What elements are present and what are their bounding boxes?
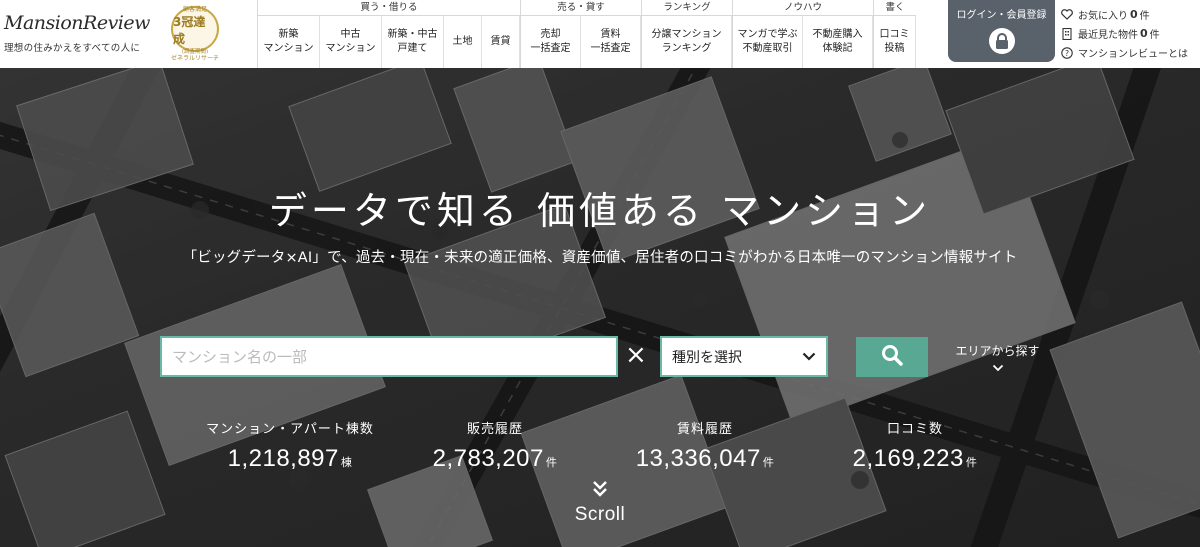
scroll-indicator[interactable]: Scroll [560, 480, 640, 526]
chevron-down-icon [802, 349, 816, 365]
stat-label: マンション・アパート棟数 [206, 422, 374, 437]
stat-unit: 件 [545, 457, 558, 469]
nav-item-post-review[interactable]: 口コミ 投稿 [874, 16, 916, 68]
nav-item-experience[interactable]: 不動産購入 体験記 [803, 16, 873, 68]
times-separator: × [625, 340, 647, 370]
building-icon [1060, 27, 1074, 41]
svg-text:?: ? [1065, 49, 1069, 58]
nav-item-used-mansion[interactable]: 中古 マンション [320, 16, 382, 68]
award-top: 顧客満足 [182, 5, 207, 13]
about-label: マンションレビューとは [1078, 49, 1188, 60]
stat-unit: 件 [965, 457, 978, 469]
nav-item-ranking[interactable]: 分譲マンション ランキング [642, 16, 732, 68]
stat-rent-history: 賃料履歴 13,336,047 件 [625, 418, 785, 473]
main-nav: 買う・借りる 新築 マンション 中古 マンション 新築・中古 戸建て 土地 賃貸… [257, 0, 916, 68]
favorites-label: お気に入り [1078, 11, 1128, 22]
nav-group-knowhow: ノウハウ マンガで学ぶ 不動産取引 不動産購入 体験記 [732, 0, 873, 68]
nav-group-title: 売る・貸す [521, 0, 641, 16]
logo[interactable]: MansionReview 理想の住みかえをすべての人に [0, 0, 170, 68]
nav-group-sell-lease: 売る・貸す 売却 一括査定 賃料 一括査定 [520, 0, 641, 68]
double-chevron-down-icon [560, 480, 640, 502]
login-button[interactable]: ログイン・会員登録 [948, 0, 1055, 62]
nav-item-new-mansion[interactable]: 新築 マンション [258, 16, 320, 68]
lock-icon [988, 28, 1015, 54]
recent-count: 0 [1140, 27, 1148, 40]
stat-label: 賃料履歴 [676, 422, 733, 437]
award-ring: 顧客満足 3冠達成 (調査期間) [171, 5, 219, 55]
chevron-down-icon [950, 361, 1045, 375]
nav-item-sale-assessment[interactable]: 売却 一括査定 [521, 16, 581, 68]
about-link[interactable]: ? マンションレビューとは [1060, 43, 1200, 62]
question-icon: ? [1060, 46, 1074, 60]
stat-unit: 棟 [340, 457, 353, 469]
stat-sales-history: 販売履歴 2,783,207 件 [420, 418, 570, 473]
recent-link[interactable]: 最近見た物件 0 件 [1060, 24, 1200, 43]
side-links: お気に入り 0 件 最近見た物件 0 件 ? マンションレビューとは [1060, 5, 1200, 62]
nav-item-rent-assessment[interactable]: 賃料 一括査定 [581, 16, 641, 68]
search-button[interactable] [856, 337, 928, 377]
nav-group-buy-rent: 買う・借りる 新築 マンション 中古 マンション 新築・中古 戸建て 土地 賃貸 [257, 0, 520, 68]
nav-group-write: 書く 口コミ 投稿 [873, 0, 916, 68]
award-badge: 顧客満足 3冠達成 (調査期間) ゼネラルリサーチ [160, 4, 230, 64]
area-search-link[interactable]: エリアから探す [950, 342, 1045, 375]
stat-unit: 件 [762, 457, 775, 469]
nav-item-land[interactable]: 土地 [444, 16, 482, 68]
site-header: MansionReview 理想の住みかえをすべての人に 顧客満足 3冠達成 (… [0, 0, 1200, 68]
login-label: ログイン・会員登録 [956, 10, 1047, 21]
recent-unit: 件 [1149, 30, 1160, 41]
stat-label: 口コミ数 [886, 422, 943, 437]
search-icon [881, 344, 903, 370]
nav-item-manga[interactable]: マンガで学ぶ 不動産取引 [733, 16, 803, 68]
mansion-name-search-input[interactable] [160, 336, 618, 377]
stat-label: 販売履歴 [466, 422, 523, 437]
stat-value: 2,169,223 [852, 445, 964, 472]
hero-overlay [0, 0, 1200, 547]
award-foot: ゼネラルリサーチ [170, 55, 219, 62]
award-main: 3冠達成 [173, 14, 206, 46]
nav-item-house[interactable]: 新築・中古 戸建て [382, 16, 444, 68]
stat-value: 2,783,207 [432, 445, 544, 472]
nav-group-title: 書く [874, 0, 916, 16]
nav-group-ranking: ランキング 分譲マンション ランキング [641, 0, 732, 68]
hero-background [0, 0, 1200, 547]
scroll-label: Scroll [574, 504, 626, 525]
nav-group-title: ランキング [642, 0, 732, 16]
type-select-value: 種別を選択 [672, 349, 742, 366]
nav-item-rental[interactable]: 賃貸 [482, 16, 520, 68]
nav-group-title: 買う・借りる [258, 0, 520, 16]
stat-value: 1,218,897 [227, 445, 339, 472]
heart-icon [1060, 8, 1074, 22]
nav-group-title: ノウハウ [733, 0, 873, 16]
logo-tagline: 理想の住みかえをすべての人に [4, 43, 141, 54]
logo-name: MansionReview [4, 12, 150, 34]
recent-label: 最近見た物件 [1078, 30, 1138, 41]
stat-value: 13,336,047 [635, 445, 761, 472]
hero-headline: データで知る 価値ある マンション [268, 189, 932, 233]
stat-building-count: マンション・アパート棟数 1,218,897 棟 [195, 418, 385, 473]
hero-subline: 「ビッグデータ×AI」で、過去・現在・未来の適正価格、資産価値、居住者の口コミが… [182, 250, 1018, 266]
favorites-count: 0 [1130, 8, 1138, 21]
favorites-link[interactable]: お気に入り 0 件 [1060, 5, 1200, 24]
type-select[interactable]: 種別を選択 [660, 336, 828, 377]
favorites-unit: 件 [1139, 11, 1150, 22]
stat-review-count: 口コミ数 2,169,223 件 [840, 418, 990, 473]
area-search-label: エリアから探す [955, 344, 1040, 358]
